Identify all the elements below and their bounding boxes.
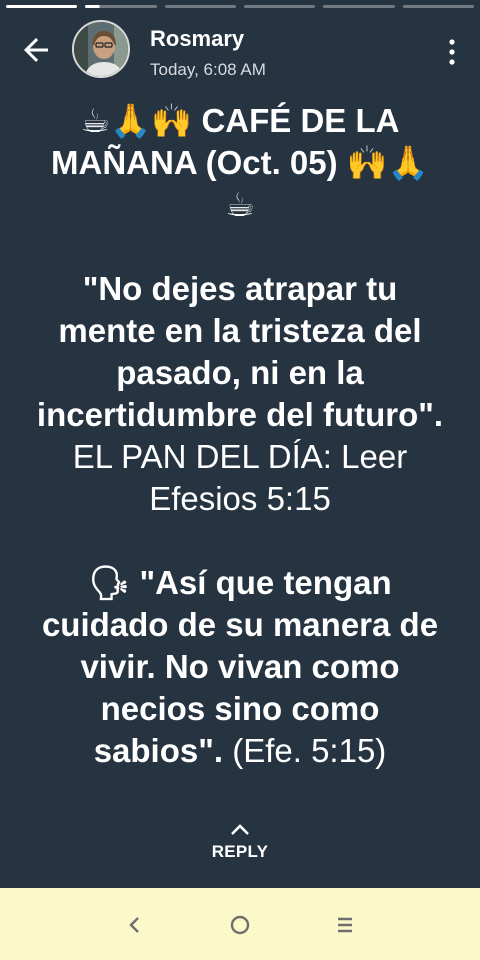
quote-line: incertidumbre del futuro". (36, 396, 444, 433)
status-text: ☕🙏🙌 CAFÉ DE LA MAÑANA (Oct. 05) 🙌🙏 ☕ "No… (14, 100, 466, 772)
nav-recents-icon[interactable] (332, 912, 358, 938)
reply-label: REPLY (211, 842, 269, 861)
title-line: ☕ (225, 186, 255, 223)
story-progress (6, 5, 474, 8)
story-segment-current (85, 5, 157, 8)
verse-line: vivir. No vivan como (80, 648, 400, 685)
back-arrow-icon[interactable] (18, 32, 54, 68)
verse-reference: (Efe. 5:15) (223, 732, 387, 769)
system-nav-bar (0, 888, 480, 960)
verse-line: sabios". (Efe. 5:15) (14, 730, 466, 772)
quote-line: "No dejes atrapar tu (82, 270, 398, 307)
story-segment (6, 5, 78, 8)
status-header: Rosmary Today, 6:08 AM (0, 18, 480, 82)
more-vert-icon[interactable] (448, 38, 456, 66)
status-timestamp: Today, 6:08 AM (150, 60, 266, 79)
story-segment (164, 5, 236, 8)
pan-line: Efesios 5:15 (149, 480, 331, 517)
story-segment (323, 5, 395, 8)
avatar-photo (74, 22, 128, 76)
title-line: ☕🙏🙌 CAFÉ DE LA (80, 102, 400, 139)
quote-line: mente en la tristeza del (58, 312, 422, 349)
contact-name: Rosmary (150, 26, 245, 51)
reply-button[interactable]: REPLY (0, 822, 480, 862)
nav-back-icon[interactable] (122, 912, 148, 938)
title-line: MAÑANA (Oct. 05) 🙌🙏 (51, 144, 429, 181)
verse-line: 🗣 "Así que tengan (88, 564, 392, 601)
verse-line: necios sino como (100, 690, 380, 727)
nav-home-icon[interactable] (227, 912, 253, 938)
chevron-up-icon (231, 824, 249, 835)
avatar[interactable] (72, 20, 130, 78)
quote-line: pasado, ni en la (116, 354, 364, 391)
pan-line: EL PAN DEL DÍA: Leer (72, 438, 408, 475)
story-segment (402, 5, 474, 8)
verse-word: sabios". (93, 732, 224, 769)
verse-line: cuidado de su manera de (41, 606, 439, 643)
story-segment (243, 5, 316, 8)
